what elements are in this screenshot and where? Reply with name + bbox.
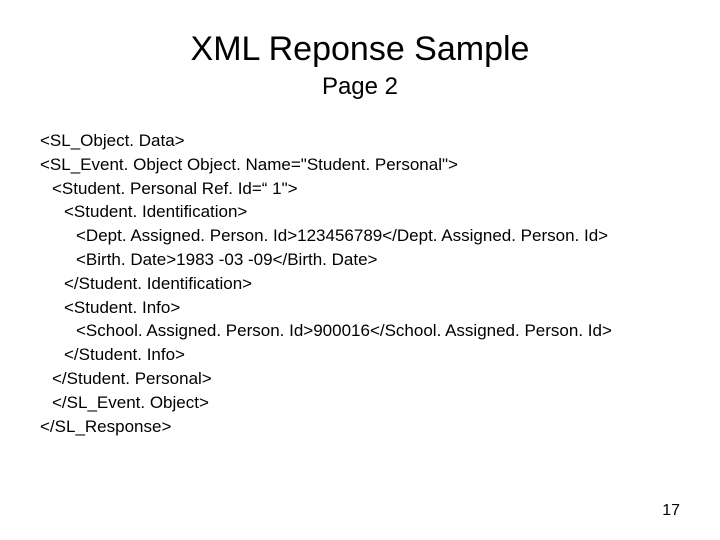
xml-code-block: <SL_Object. Data><SL_Event. Object Objec… (40, 129, 680, 438)
code-line: <SL_Event. Object Object. Name="Student.… (40, 153, 680, 177)
code-line: </SL_Response> (40, 415, 680, 439)
slide-title: XML Reponse Sample (40, 30, 680, 69)
slide-subtitle: Page 2 (40, 73, 680, 101)
page-number: 17 (662, 502, 680, 520)
code-line: <Dept. Assigned. Person. Id>123456789</D… (40, 224, 680, 248)
code-line: <Student. Identification> (40, 200, 680, 224)
code-line: <Birth. Date>1983 -03 -09</Birth. Date> (40, 248, 680, 272)
code-line: <Student. Info> (40, 296, 680, 320)
code-line: </SL_Event. Object> (40, 391, 680, 415)
code-line: <Student. Personal Ref. Id=“ 1"> (40, 177, 680, 201)
code-line: </Student. Identification> (40, 272, 680, 296)
code-line: </Student. Personal> (40, 367, 680, 391)
code-line: </Student. Info> (40, 343, 680, 367)
code-line: <School. Assigned. Person. Id>900016</Sc… (40, 319, 680, 343)
slide-container: XML Reponse Sample Page 2 <SL_Object. Da… (0, 0, 720, 540)
code-line: <SL_Object. Data> (40, 129, 680, 153)
